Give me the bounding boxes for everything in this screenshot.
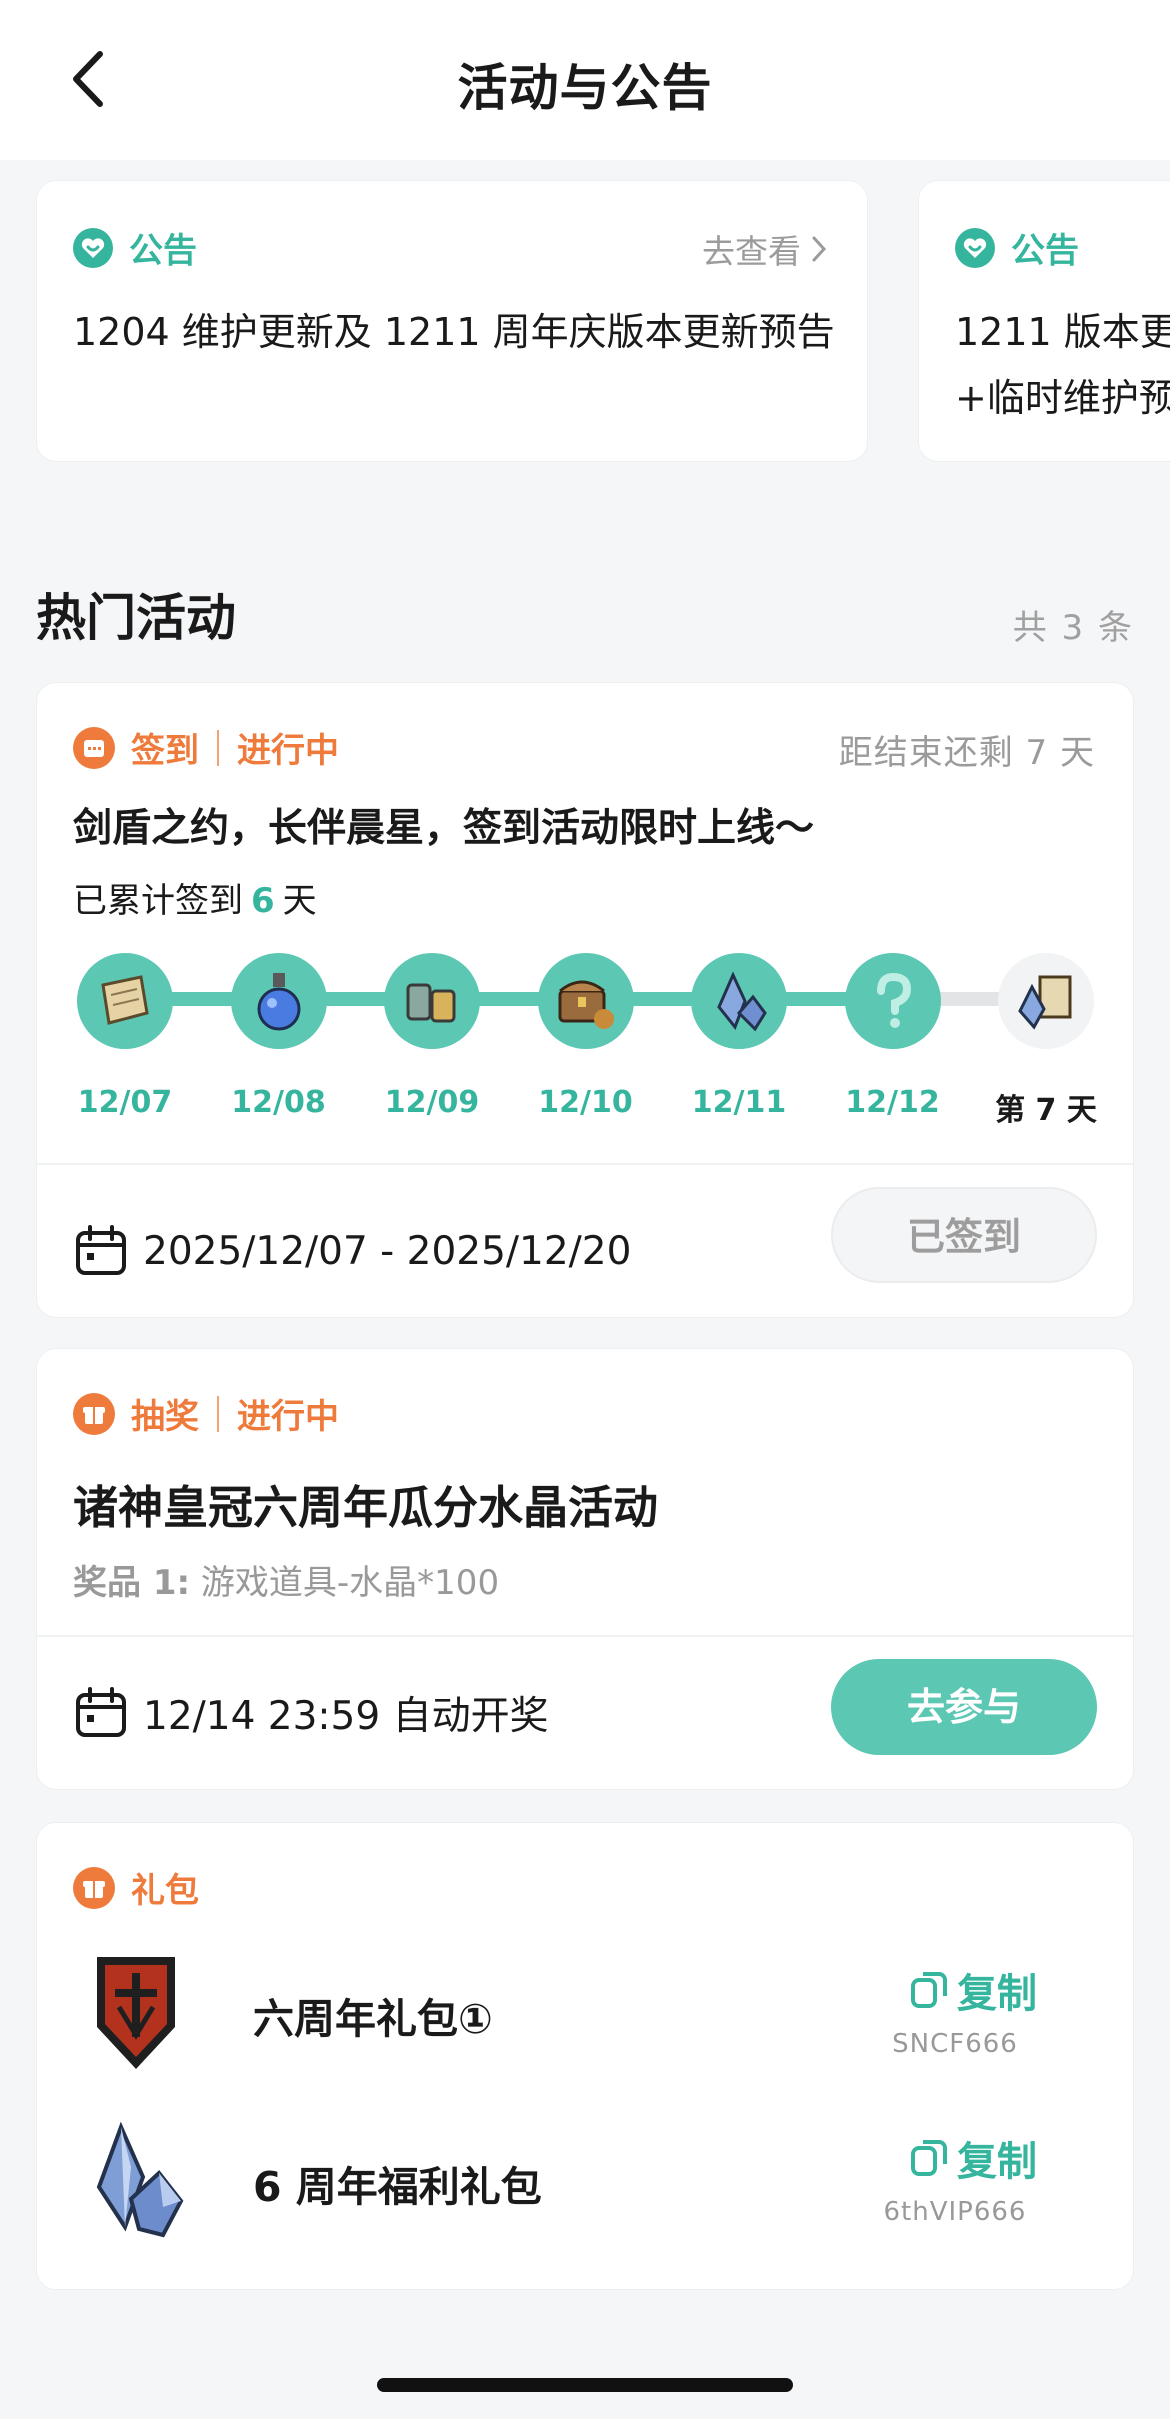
home-indicator bbox=[377, 2378, 793, 2392]
checked-in-button[interactable]: 已签到 bbox=[831, 1187, 1097, 1283]
copy-label: 复制 bbox=[957, 1971, 1037, 2017]
announcement-card[interactable]: 公告 1211 版本更 +临时维护预 bbox=[918, 180, 1170, 462]
gift-code: 6thVIP666 bbox=[883, 2197, 1027, 2227]
gift-pack-card: 礼包 六周年礼包① 复制 SNCF666 6 周年福利礼包 复制 6thVIP6… bbox=[36, 1822, 1134, 2290]
checkin-day-node bbox=[537, 953, 634, 1049]
prize-label: 奖品 1: bbox=[73, 1563, 191, 1603]
lottery-activity-card[interactable]: 抽奖 进行中 诸神皇冠六周年瓜分水晶活动 奖品 1: 游戏道具-水晶*100 1… bbox=[36, 1348, 1134, 1790]
announcement-card[interactable]: 公告 去查看 1204 维护更新及 1211 周年庆版本更新预告 bbox=[36, 180, 868, 462]
checkin-day-node bbox=[77, 953, 173, 1049]
activity-type-label: 抽奖 bbox=[131, 1397, 199, 1437]
items-icon bbox=[398, 967, 466, 1035]
top-bar: 活动与公告 bbox=[0, 0, 1170, 160]
gift-row: 6 周年福利礼包 复制 6thVIP666 bbox=[73, 2107, 1097, 2257]
announcement-tag: 公告 bbox=[955, 223, 1079, 272]
checkin-day-label: 12/10 bbox=[538, 1085, 633, 1120]
activity-period-text: 2025/12/07 - 2025/12/20 bbox=[143, 1228, 632, 1274]
checkin-day-label: 12/12 bbox=[845, 1085, 940, 1120]
scroll-icon bbox=[91, 967, 159, 1035]
card-divider bbox=[37, 1635, 1133, 1637]
activity-tag-row: 抽奖 进行中 bbox=[73, 1389, 339, 1438]
gift-name: 六周年礼包① bbox=[253, 1995, 493, 2043]
checkin-activity-card[interactable]: 签到 进行中 距结束还剩 7 天 剑盾之约，长伴晨星，签到活动限时上线～ 已累计… bbox=[36, 682, 1134, 1318]
announcement-tag-label: 公告 bbox=[129, 231, 197, 271]
copy-label: 复制 bbox=[957, 2139, 1037, 2185]
copy-icon bbox=[911, 1972, 947, 2008]
calendar-icon bbox=[76, 1225, 126, 1275]
crystal-icon bbox=[705, 967, 773, 1035]
chest-icon bbox=[552, 967, 620, 1035]
checkin-day-node bbox=[230, 953, 327, 1049]
gift-badge-icon bbox=[73, 1866, 115, 1909]
announcement-text: 1211 版本更 +临时维护预 bbox=[955, 310, 1170, 420]
potion-icon bbox=[245, 967, 313, 1035]
checkin-day-node bbox=[691, 953, 787, 1049]
copy-icon bbox=[911, 2140, 947, 2176]
prize-value: 游戏道具-水晶*100 bbox=[200, 1563, 500, 1603]
mystery-icon bbox=[859, 967, 927, 1035]
chevron-right-icon bbox=[812, 236, 827, 262]
view-link[interactable]: 去查看 bbox=[702, 225, 827, 273]
draw-time-text: 12/14 23:59 自动开奖 bbox=[143, 1694, 549, 1739]
checkin-progress: 已累计签到 6 天 bbox=[73, 873, 317, 922]
checkin-day-label: 12/11 bbox=[691, 1085, 787, 1120]
tag-divider bbox=[217, 1395, 219, 1432]
page-title: 活动与公告 bbox=[457, 59, 713, 117]
section-title: 热门活动 bbox=[36, 589, 236, 647]
view-link-label: 去查看 bbox=[702, 232, 801, 271]
announcement-tag-label: 公告 bbox=[1011, 231, 1079, 271]
checkin-day-label: 12/08 bbox=[231, 1085, 326, 1120]
join-button[interactable]: 去参与 bbox=[831, 1659, 1097, 1755]
prize-line: 奖品 1: 游戏道具-水晶*100 bbox=[73, 1555, 499, 1604]
activity-period: 2025/12/07 - 2025/12/20 bbox=[73, 1203, 631, 1299]
heart-badge-icon bbox=[73, 227, 113, 268]
copy-code-button[interactable]: 复制 bbox=[909, 2129, 1037, 2187]
activity-status-label: 进行中 bbox=[237, 1397, 339, 1437]
checkin-day-node bbox=[844, 953, 941, 1049]
checkin-day-node bbox=[998, 953, 1094, 1049]
time-remaining: 距结束还剩 7 天 bbox=[838, 733, 1095, 773]
checkin-day-label: 第 7 天 bbox=[995, 1093, 1097, 1128]
activity-status-label: 进行中 bbox=[237, 731, 339, 771]
crystal-book-icon bbox=[1012, 967, 1080, 1035]
activity-type-label: 签到 bbox=[131, 731, 199, 771]
shield-icon bbox=[97, 1957, 175, 2069]
activity-title: 诸神皇冠六周年瓜分水晶活动 bbox=[73, 1481, 659, 1534]
copy-code-button[interactable]: 复制 bbox=[909, 1961, 1037, 2019]
checkin-count: 6 bbox=[251, 881, 275, 921]
checkin-day-label: 12/07 bbox=[77, 1085, 173, 1120]
draw-time: 12/14 23:59 自动开奖 bbox=[73, 1665, 549, 1761]
checkin-track-remaining bbox=[937, 992, 1007, 1006]
activity-title: 剑盾之约，长伴晨星，签到活动限时上线～ bbox=[73, 806, 815, 851]
card-divider bbox=[37, 1163, 1133, 1165]
calendar-icon bbox=[76, 1687, 126, 1737]
checkin-day-label: 12/09 bbox=[384, 1085, 480, 1120]
calendar-badge-icon bbox=[73, 726, 115, 769]
tag-divider bbox=[217, 729, 219, 766]
activity-tag-row: 签到 进行中 bbox=[73, 723, 339, 772]
gift-code: SNCF666 bbox=[892, 2029, 1018, 2059]
announcement-text: 1204 维护更新及 1211 周年庆版本更新预告 bbox=[73, 310, 835, 354]
section-count: 共 3 条 bbox=[1012, 608, 1134, 648]
gift-name: 6 周年福利礼包 bbox=[253, 2163, 542, 2211]
gift-badge-icon bbox=[73, 1392, 115, 1435]
checkin-progress-prefix: 已累计签到 bbox=[73, 881, 243, 921]
checkin-progress-suffix: 天 bbox=[282, 881, 317, 921]
checkin-day-node bbox=[384, 953, 480, 1049]
announcement-tag: 公告 bbox=[73, 223, 197, 272]
gift-row: 六周年礼包① 复制 SNCF666 bbox=[73, 1939, 1097, 2089]
crystal-icon bbox=[96, 2121, 184, 2238]
heart-badge-icon bbox=[955, 227, 995, 268]
activity-tag-row: 礼包 bbox=[73, 1863, 199, 1912]
activity-type-label: 礼包 bbox=[131, 1871, 199, 1911]
